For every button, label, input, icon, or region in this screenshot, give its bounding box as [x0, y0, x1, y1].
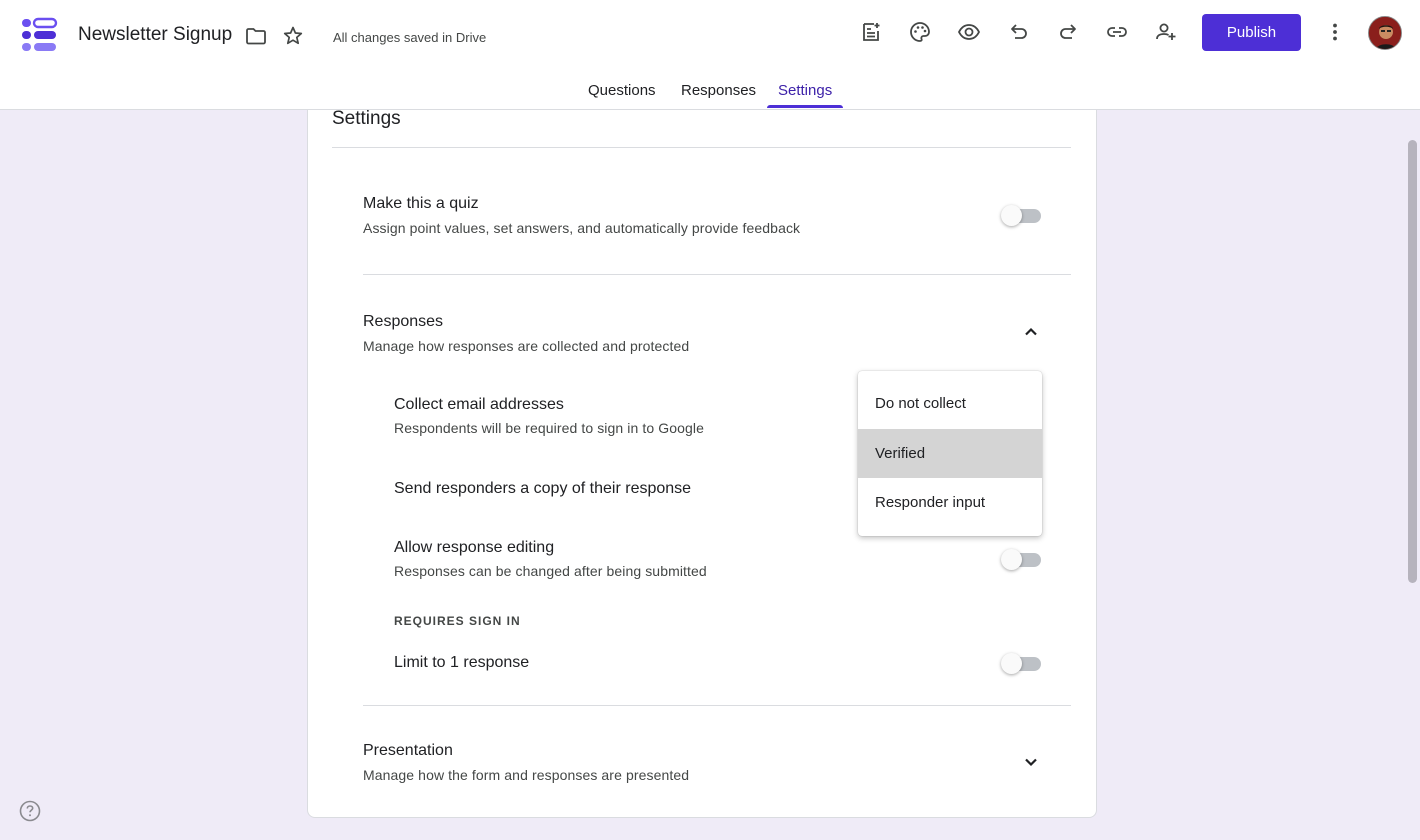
settings-heading: Settings [332, 108, 401, 129]
presentation-subtitle: Manage how the form and responses are pr… [363, 767, 690, 783]
avatar[interactable] [1368, 16, 1402, 50]
collect-email-subtitle: Respondents will be required to sign in … [394, 420, 704, 436]
quiz-subtitle: Assign point values, set answers, and au… [363, 220, 801, 236]
more-vert-icon[interactable] [1317, 14, 1353, 50]
forms-logo-icon[interactable] [20, 17, 58, 53]
quiz-title: Make this a quiz [363, 195, 479, 212]
form-title[interactable]: Newsletter Signup [78, 24, 232, 46]
folder-icon[interactable] [238, 18, 274, 54]
chevron-down-icon[interactable] [1019, 750, 1043, 774]
allow-editing-subtitle: Responses can be changed after being sub… [394, 563, 707, 579]
quiz-toggle[interactable] [1001, 202, 1041, 228]
add-on-icon[interactable] [853, 14, 889, 50]
requires-sign-in-label: REQUIRES SIGN IN [394, 614, 521, 628]
star-icon[interactable] [275, 18, 311, 54]
menu-item-verified[interactable]: Verified [858, 429, 1042, 478]
undo-icon[interactable] [1001, 14, 1037, 50]
tab-settings[interactable]: Settings [778, 82, 832, 99]
divider [363, 274, 1071, 275]
menu-item-responder-input[interactable]: Responder input [858, 478, 1042, 527]
preview-eye-icon[interactable] [951, 14, 987, 50]
chevron-up-icon[interactable] [1019, 320, 1043, 344]
palette-icon[interactable] [902, 14, 938, 50]
divider [332, 147, 1071, 148]
redo-icon[interactable] [1050, 14, 1086, 50]
limit-one-toggle[interactable] [1001, 650, 1041, 676]
add-collaborator-icon[interactable] [1148, 14, 1184, 50]
publish-button[interactable]: Publish [1202, 14, 1301, 51]
responses-section-title: Responses [363, 313, 444, 330]
active-tab-indicator [767, 105, 843, 108]
app-header: Newsletter Signup All changes saved in D… [0, 0, 1420, 110]
limit-one-title: Limit to 1 response [394, 654, 530, 671]
link-icon[interactable] [1099, 14, 1135, 50]
allow-editing-toggle[interactable] [1001, 546, 1041, 572]
allow-editing-title: Allow response editing [394, 539, 555, 556]
menu-item-do-not-collect[interactable]: Do not collect [858, 379, 1042, 428]
collect-email-dropdown-menu: Do not collect Verified Responder input [858, 371, 1042, 536]
save-status: All changes saved in Drive [333, 30, 487, 45]
presentation-title: Presentation [363, 742, 453, 759]
tab-bar: Questions Responses Settings [0, 78, 1420, 110]
responses-section-subtitle: Manage how responses are collected and p… [363, 338, 690, 354]
help-icon[interactable] [19, 800, 41, 822]
tab-questions[interactable]: Questions [588, 82, 656, 99]
send-copy-title: Send responders a copy of their response [394, 480, 692, 497]
collect-email-title: Collect email addresses [394, 396, 564, 413]
scrollbar-thumb[interactable] [1408, 140, 1417, 583]
tab-responses[interactable]: Responses [681, 82, 756, 99]
divider [363, 705, 1071, 706]
